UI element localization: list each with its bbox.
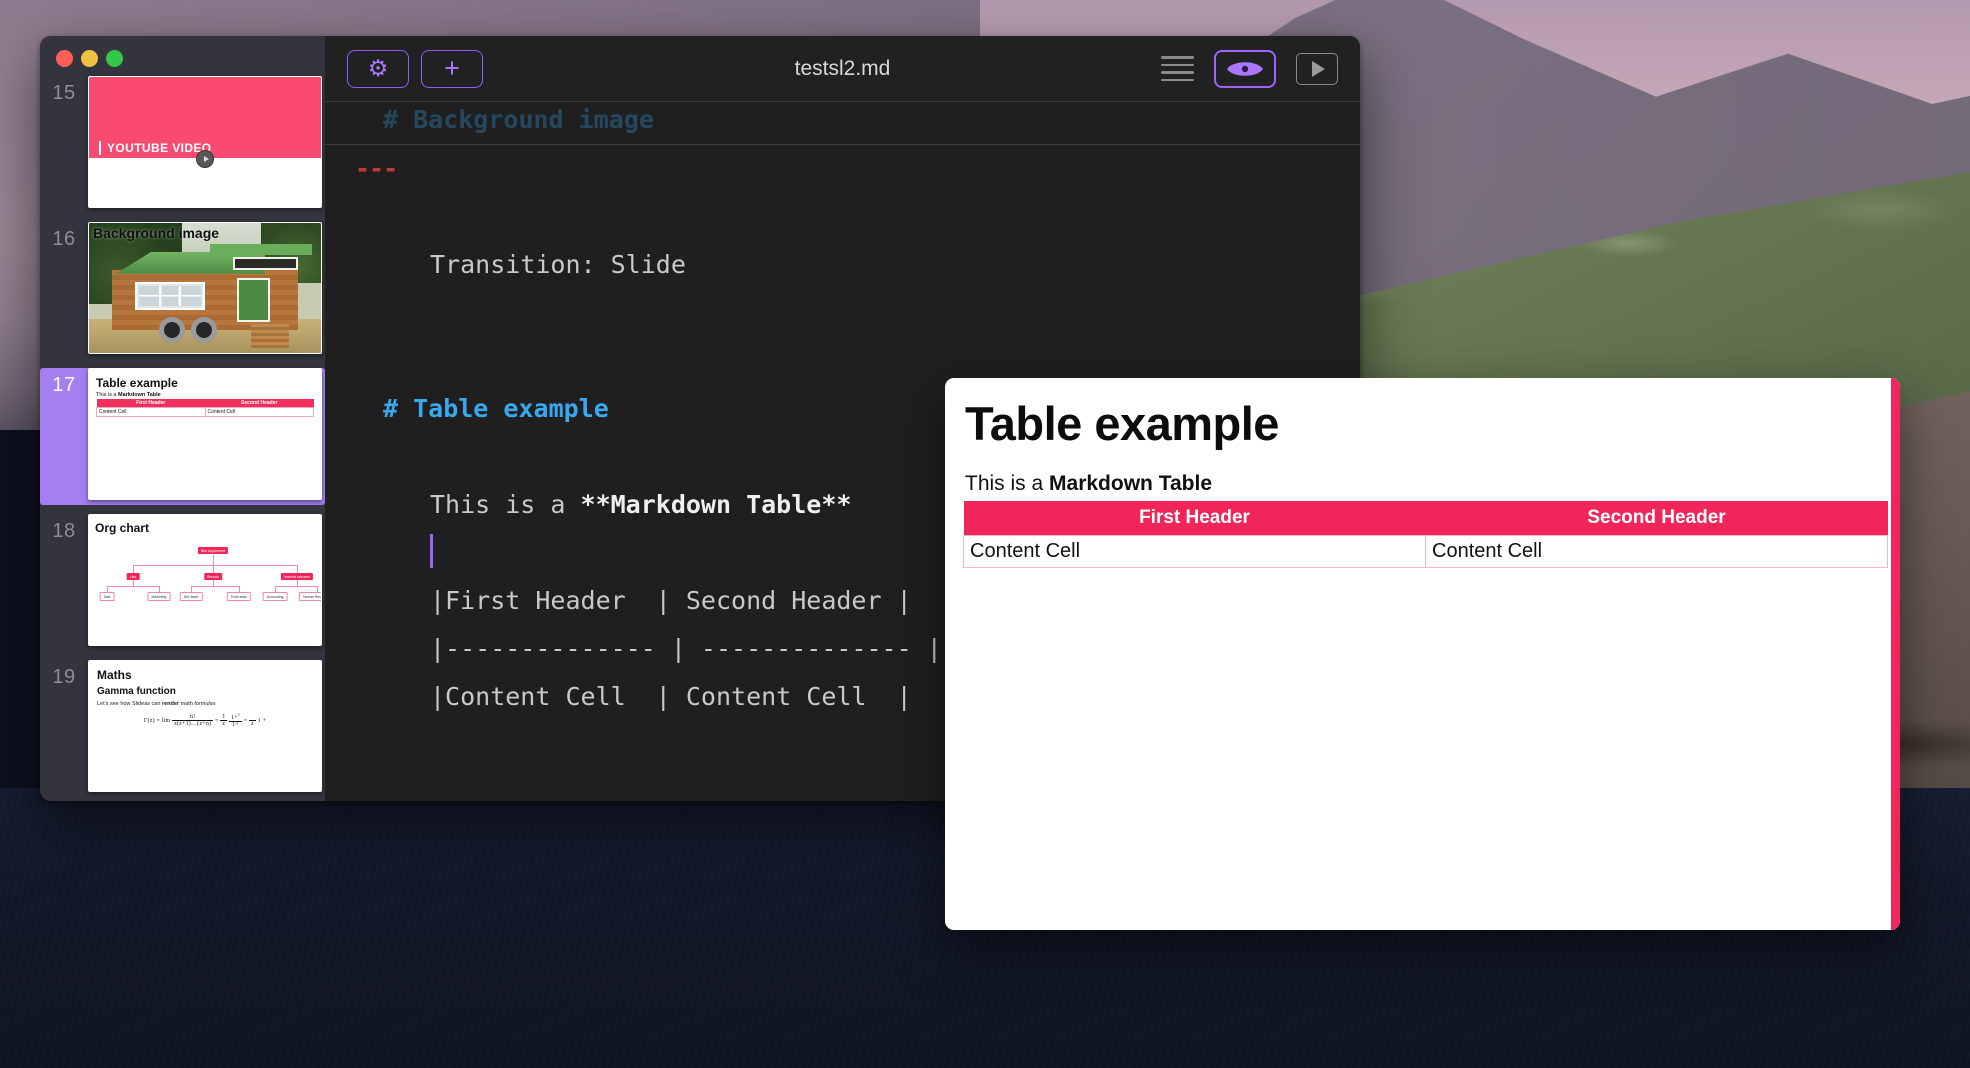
preview-toggle-button[interactable] [1214, 49, 1276, 88]
eye-icon [1227, 61, 1263, 76]
md-blank-line [325, 193, 1360, 241]
maths-slide-preview: Maths Gamma function Let's see how Slide… [89, 661, 321, 791]
tiny-house-photo [89, 223, 321, 353]
toolbar-right-group[interactable] [1161, 49, 1338, 88]
slide-thumbnail-19[interactable]: 19 Maths Gamma function Let's see how Sl… [40, 660, 325, 797]
background-image-label: Background image [93, 225, 220, 241]
table-cell: Content Cell [1425, 534, 1888, 568]
table-cell: Content Cell [96, 407, 206, 417]
slide-thumbnail-image[interactable]: Background image [88, 222, 322, 354]
slide-subtitle: This is a Markdown Table [96, 392, 161, 398]
window-controls[interactable] [56, 50, 123, 67]
preview-slide-subtitle: This is a Markdown Table [965, 471, 1212, 495]
slide-title: Table example [96, 376, 178, 390]
markdown-table: First Header Second Header Content Cell … [96, 399, 314, 417]
slide-thumbnail-18[interactable]: 18 Org chart Ben Appleseed Lisa Brenda I… [40, 514, 325, 651]
minimize-window-button[interactable] [81, 50, 98, 67]
org-node-branch: Brenda [204, 573, 222, 580]
play-icon [196, 149, 214, 168]
org-node-leaf: Dev team [179, 592, 203, 601]
org-node-leaf: Human Resources [298, 592, 321, 601]
slide-heading: Gamma function [97, 686, 176, 697]
org-node-branch: Lisa [126, 573, 140, 580]
slide-thumbnail-sidebar[interactable]: 15 YOUTUBE VIDEO 16 Background image 17 … [40, 36, 325, 801]
slide-thumbnail-15[interactable]: 15 YOUTUBE VIDEO [40, 76, 325, 213]
org-node-leaf: Tests team [226, 592, 252, 601]
preview-accent-stripe [1891, 378, 1900, 930]
slide-thumbnail-image[interactable]: Org chart Ben Appleseed Lisa Brenda Inte… [88, 514, 322, 646]
slide-thumbnail-image[interactable]: YOUTUBE VIDEO [88, 76, 322, 208]
slide-thumbnail-image[interactable]: Maths Gamma function Let's see how Slide… [88, 660, 322, 792]
slide-title: Maths [97, 668, 132, 682]
org-chart-canvas: Ben Appleseed Lisa Brenda Internal servi… [95, 541, 321, 619]
slide-number: 16 [52, 228, 76, 250]
slide-thumbnail-17[interactable]: 17 Table example This is a Markdown Tabl… [40, 368, 325, 505]
table-cell: Content Cell [204, 407, 314, 417]
gear-icon: ⚙ [367, 55, 389, 81]
table-header-cell: First Header [96, 399, 205, 408]
youtube-video-label: YOUTUBE VIDEO [99, 141, 212, 155]
gamma-function-formula: Γ(z) = lim n! z(z+1)…(z+n) = 1z 1+1 1+ = z… [143, 712, 267, 729]
table-slide-preview: Table example This is a Markdown Table F… [90, 370, 320, 498]
md-horizontal-rule: --- [355, 154, 398, 183]
slide-number: 15 [52, 82, 76, 104]
slide-paragraph: Let's see how Slideas can render math fo… [97, 701, 216, 707]
org-chart-slide-preview: Org chart Ben Appleseed Lisa Brenda Inte… [89, 515, 321, 645]
table-cell: Content Cell [963, 534, 1426, 568]
play-icon [1312, 60, 1325, 77]
table-header-cell: First Header [963, 500, 1426, 536]
present-button[interactable] [1296, 52, 1338, 85]
add-slide-button[interactable]: + [421, 49, 483, 88]
slide-number: 19 [52, 666, 76, 688]
toolbar-left-group[interactable]: ⚙ + [347, 49, 483, 88]
slide-thumbnail-16[interactable]: 16 Background image [40, 222, 325, 359]
close-window-button[interactable] [56, 50, 73, 67]
hamburger-menu-icon[interactable] [1161, 56, 1194, 81]
slide-number: 17 [52, 374, 76, 396]
table-header-cell: Second Header [205, 399, 314, 408]
table-header-cell: Second Header [1425, 500, 1888, 536]
preview-slide-title: Table example [965, 397, 1279, 450]
table-header-row: First Header Second Header [96, 399, 314, 408]
table-row: Content Cell Content Cell [963, 534, 1888, 568]
org-node-leaf: Accounting [262, 592, 288, 601]
org-node-branch: Internal services [280, 573, 314, 580]
md-transition-directive: Transition: Slide [430, 250, 686, 279]
slide-title: Org chart [95, 521, 150, 535]
org-node-leaf: Sale [99, 592, 115, 601]
md-heading-background-image: # Background image [383, 105, 654, 134]
md-blank-line [325, 289, 1360, 337]
settings-button[interactable]: ⚙ [347, 49, 409, 88]
table-row: Content Cell Content Cell [96, 407, 314, 417]
preview-markdown-table: First Header Second Header Content Cell … [963, 500, 1888, 568]
maximize-window-button[interactable] [106, 50, 123, 67]
slide-thumbnail-image[interactable]: Table example This is a Markdown Table F… [88, 368, 322, 500]
editor-toolbar[interactable]: ⚙ + testsl2.md [325, 36, 1360, 102]
slide-number: 18 [52, 520, 76, 542]
org-node-root: Ben Appleseed [197, 547, 229, 554]
table-header-row: First Header Second Header [963, 500, 1888, 536]
slide-preview-window[interactable]: Table example This is a Markdown Table F… [945, 378, 1900, 930]
plus-icon: + [444, 53, 460, 83]
org-node-leaf: Marketing [147, 592, 171, 601]
